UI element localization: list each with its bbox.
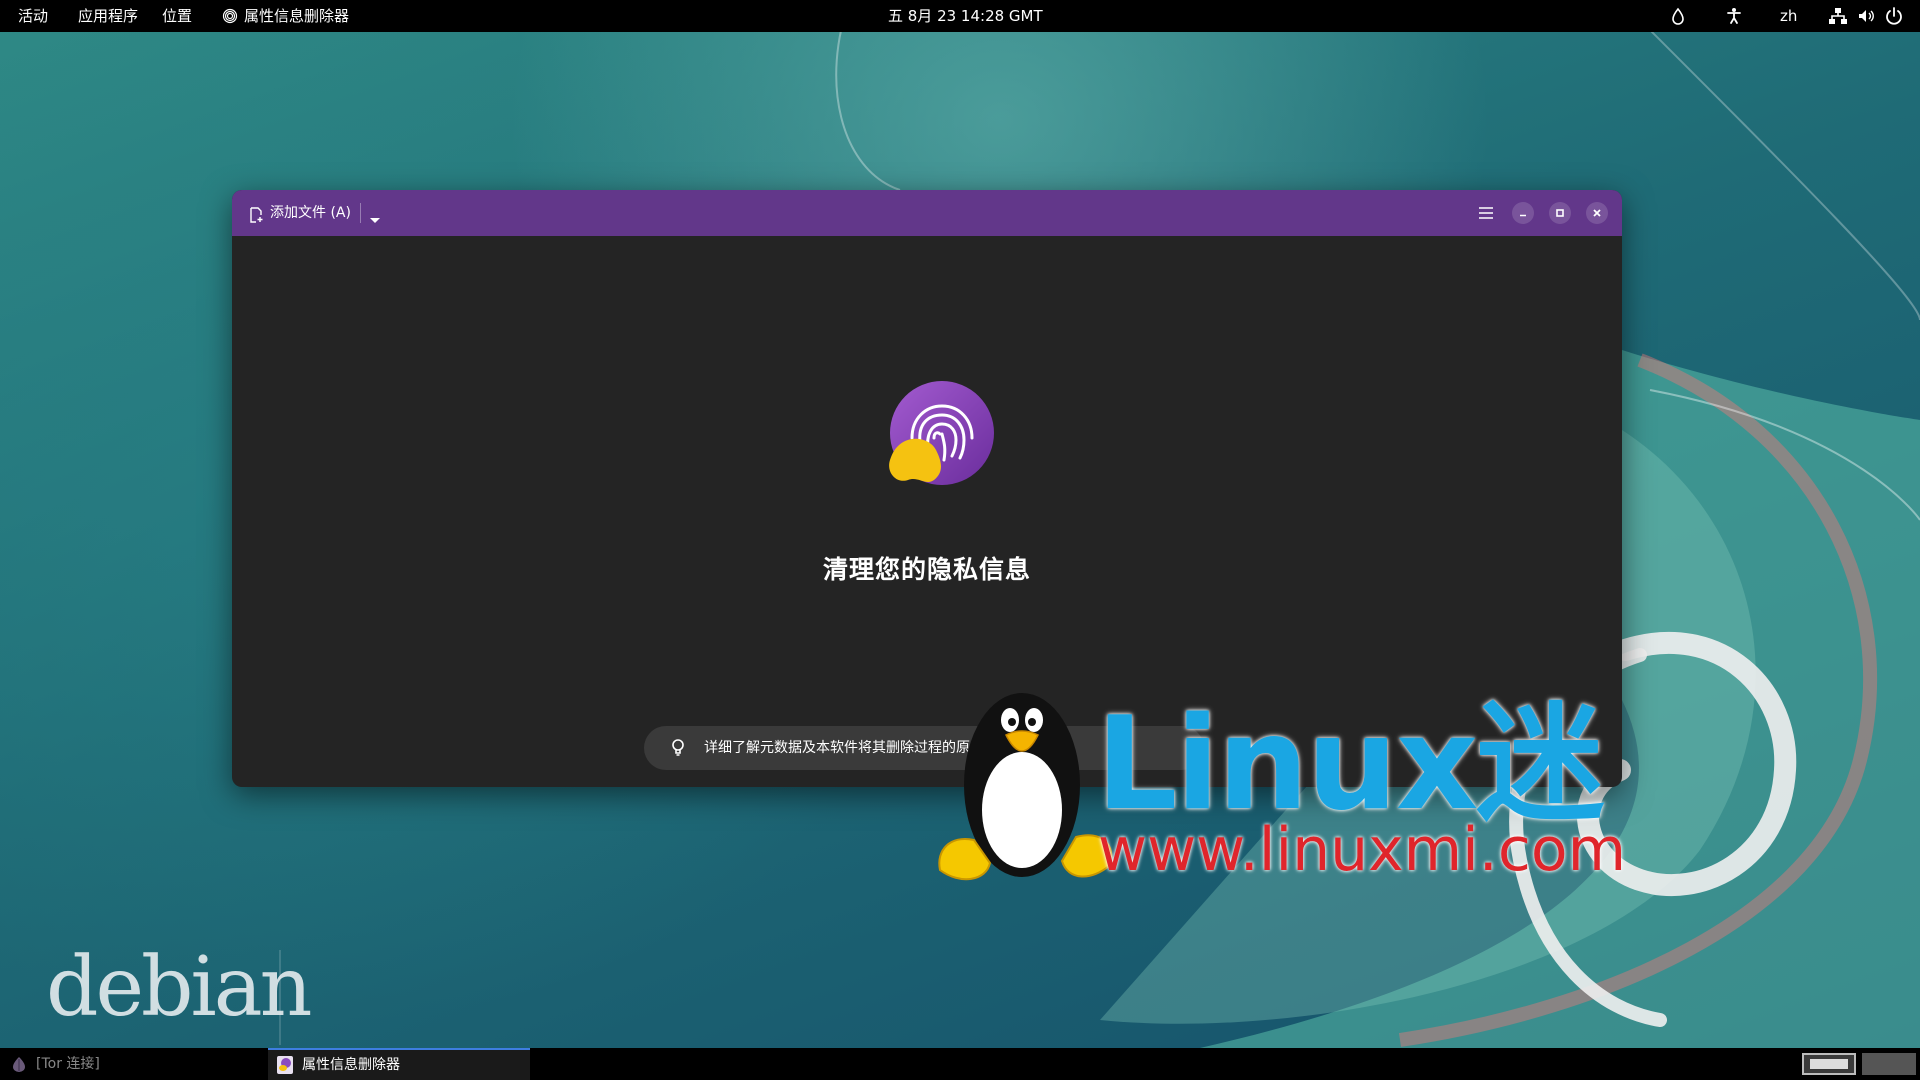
maximize-button[interactable] bbox=[1549, 202, 1571, 224]
app-menu[interactable]: 属性信息删除器 bbox=[244, 0, 349, 32]
add-file-label: 添加文件 (A) bbox=[270, 205, 351, 221]
button-separator bbox=[360, 203, 361, 223]
minimize-icon bbox=[1520, 214, 1526, 217]
top-bar: 活动 应用程序 位置 属性信息删除器 五 8月 23 14:28 GMT zh bbox=[0, 0, 1920, 32]
power-icon[interactable] bbox=[1884, 6, 1904, 26]
workspace-2[interactable] bbox=[1862, 1053, 1916, 1075]
workspace-1[interactable] bbox=[1802, 1053, 1856, 1075]
tor-connection-item[interactable]: [Tor 连接] bbox=[6, 1048, 266, 1080]
watermark-brand: Linux迷 bbox=[1096, 690, 1604, 839]
close-button[interactable] bbox=[1586, 202, 1608, 224]
add-file-icon bbox=[248, 205, 264, 233]
metadata-cleaner-icon bbox=[276, 1055, 294, 1079]
header-bar: 添加文件 (A) bbox=[232, 190, 1622, 236]
maximize-icon bbox=[1556, 209, 1564, 217]
places-menu[interactable]: 位置 bbox=[162, 0, 192, 32]
add-file-button[interactable]: 添加文件 (A) bbox=[246, 199, 360, 227]
taskbar-item-label: 属性信息删除器 bbox=[302, 1057, 400, 1073]
hamburger-icon bbox=[1479, 207, 1493, 219]
accessibility-icon[interactable] bbox=[1724, 6, 1744, 26]
input-language-indicator[interactable]: zh bbox=[1780, 0, 1797, 32]
volume-icon[interactable] bbox=[1856, 6, 1876, 26]
main-menu-button[interactable] bbox=[1472, 199, 1500, 227]
add-file-dropdown-button[interactable] bbox=[364, 199, 386, 227]
lightbulb-icon bbox=[670, 738, 686, 762]
onion-icon bbox=[10, 1055, 28, 1077]
debian-logo: debian bbox=[46, 940, 312, 1035]
watermark-url: www.linuxmi.com bbox=[1098, 815, 1627, 885]
night-light-icon[interactable] bbox=[1668, 6, 1688, 26]
fingerprint-icon bbox=[222, 8, 238, 24]
clock-datetime[interactable]: 五 8月 23 14:28 GMT bbox=[888, 0, 1043, 32]
activities-button[interactable]: 活动 bbox=[18, 0, 48, 32]
app-logo-icon bbox=[868, 376, 1008, 516]
taskbar-item-metadata-cleaner[interactable]: 属性信息删除器 bbox=[268, 1048, 530, 1080]
chevron-down-icon bbox=[369, 210, 381, 229]
applications-menu[interactable]: 应用程序 bbox=[78, 0, 138, 32]
bottom-panel: [Tor 连接] 属性信息删除器 bbox=[0, 1048, 1920, 1080]
close-icon bbox=[1593, 209, 1601, 217]
main-headline: 清理您的隐私信息 bbox=[822, 555, 1031, 584]
network-icon[interactable] bbox=[1828, 6, 1848, 26]
minimize-button[interactable] bbox=[1512, 202, 1534, 224]
tor-connection-label: [Tor 连接] bbox=[36, 1056, 100, 1072]
